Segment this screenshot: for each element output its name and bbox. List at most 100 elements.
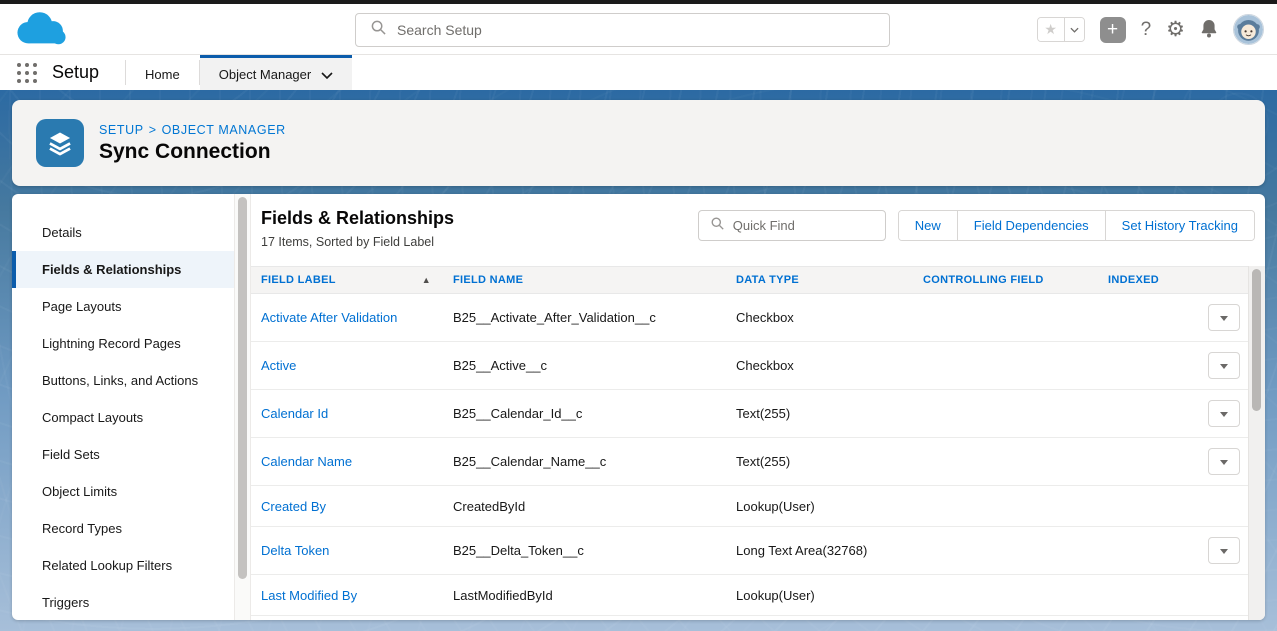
sidebar-item-related-lookup-filters[interactable]: Related Lookup Filters (12, 547, 234, 584)
table-row: Activate After ValidationB25__Activate_A… (251, 294, 1248, 342)
quick-find-box[interactable] (698, 210, 886, 241)
sidebar-item-triggers[interactable]: Triggers (12, 584, 234, 620)
table-row: Created ByCreatedByIdLookup(User) (251, 486, 1248, 527)
field-name-cell: B25__Activate_After_Validation__c (453, 310, 736, 325)
field-label-link[interactable]: Activate After Validation (261, 310, 453, 325)
sidebar-item-object-limits[interactable]: Object Limits (12, 473, 234, 510)
row-actions-menu-button[interactable] (1208, 400, 1240, 427)
breadcrumb-setup-link[interactable]: SETUP (99, 123, 144, 137)
sidebar-item-field-sets[interactable]: Field Sets (12, 436, 234, 473)
tab-home[interactable]: Home (126, 55, 199, 90)
field-label-link[interactable]: Last Modified By (261, 588, 453, 603)
new-button[interactable]: New (899, 211, 957, 240)
page-title: Sync Connection (99, 140, 286, 164)
table-body: Activate After ValidationB25__Activate_A… (251, 294, 1265, 616)
quick-find-input[interactable] (733, 218, 885, 233)
sidebar-item-lightning-record-pages[interactable]: Lightning Record Pages (12, 325, 234, 362)
tab-object-manager[interactable]: Object Manager (200, 55, 353, 90)
sidebar-item-fields-relationships[interactable]: Fields & Relationships (12, 251, 234, 288)
search-setup-input[interactable] (397, 22, 889, 38)
caret-down-icon (1220, 549, 1228, 558)
table-scrollbar[interactable] (1248, 266, 1265, 620)
sidebar-item-page-layouts[interactable]: Page Layouts (12, 288, 234, 325)
table-header-row: FIELD LABEL ▲ FIELD NAME DATA TYPE CONTR… (251, 266, 1248, 294)
data-type-cell: Text(255) (736, 406, 923, 421)
app-launcher-icon[interactable] (17, 63, 37, 83)
column-controlling-field[interactable]: CONTROLLING FIELD (923, 274, 1108, 286)
page-header-card: SETUP > OBJECT MANAGER Sync Connection (12, 100, 1265, 186)
row-actions-menu-button[interactable] (1208, 352, 1240, 379)
section-title: Fields & Relationships (261, 208, 686, 229)
field-name-cell: CreatedById (453, 499, 736, 514)
chevron-down-icon (321, 67, 333, 82)
sort-ascending-icon: ▲ (422, 275, 431, 285)
field-label-link[interactable]: Delta Token (261, 543, 453, 558)
sidebar-item-compact-layouts[interactable]: Compact Layouts (12, 399, 234, 436)
section-subtitle: 17 Items, Sorted by Field Label (261, 235, 686, 249)
field-label-link[interactable]: Active (261, 358, 453, 373)
search-icon (371, 20, 386, 40)
column-field-label[interactable]: FIELD LABEL ▲ (261, 274, 453, 286)
field-name-cell: B25__Calendar_Id__c (453, 406, 736, 421)
favorites-star-icon[interactable]: ★ (1038, 18, 1065, 41)
fields-content: Fields & Relationships 17 Items, Sorted … (251, 194, 1265, 620)
data-type-cell: Text(255) (736, 454, 923, 469)
table-row: Calendar IdB25__Calendar_Id__cText(255) (251, 390, 1248, 438)
row-actions-menu-button[interactable] (1208, 304, 1240, 331)
add-plus-icon[interactable]: + (1100, 17, 1126, 43)
field-name-cell: B25__Active__c (453, 358, 736, 373)
field-name-cell: B25__Delta_Token__c (453, 543, 736, 558)
caret-down-icon (1220, 364, 1228, 373)
field-name-cell: LastModifiedById (453, 588, 736, 603)
action-button-group: New Field Dependencies Set History Track… (898, 210, 1255, 241)
table-row: ActiveB25__Active__cCheckbox (251, 342, 1248, 390)
field-label-link[interactable]: Calendar Name (261, 454, 453, 469)
data-type-cell: Lookup(User) (736, 588, 923, 603)
field-label-link[interactable]: Calendar Id (261, 406, 453, 421)
object-detail-card: DetailsFields & RelationshipsPage Layout… (12, 194, 1265, 620)
setup-nav-bar: Setup Home Object Manager (0, 55, 1277, 90)
sidebar-item-buttons-links-and-actions[interactable]: Buttons, Links, and Actions (12, 362, 234, 399)
column-indexed[interactable]: INDEXED (1108, 274, 1202, 286)
tab-object-manager-label: Object Manager (219, 67, 312, 82)
row-actions-menu-button[interactable] (1208, 537, 1240, 564)
table-row: Calendar NameB25__Calendar_Name__cText(2… (251, 438, 1248, 486)
object-sidebar: DetailsFields & RelationshipsPage Layout… (12, 194, 234, 620)
sidebar-scrollbar[interactable] (234, 194, 251, 620)
data-type-cell: Long Text Area(32768) (736, 543, 923, 558)
breadcrumb: SETUP > OBJECT MANAGER (99, 123, 286, 137)
breadcrumb-separator: > (149, 123, 157, 137)
header-actions: ★ + ? ⚙ (1037, 14, 1264, 45)
field-dependencies-button[interactable]: Field Dependencies (957, 211, 1105, 240)
field-label-link[interactable]: Created By (261, 499, 453, 514)
favorites-dropdown-icon[interactable] (1065, 18, 1084, 41)
column-field-name[interactable]: FIELD NAME (453, 274, 736, 286)
data-type-cell: Lookup(User) (736, 499, 923, 514)
sidebar-item-record-types[interactable]: Record Types (12, 510, 234, 547)
breadcrumb-object-manager-link[interactable]: OBJECT MANAGER (162, 123, 286, 137)
table-scrollbar-thumb[interactable] (1252, 269, 1261, 411)
global-search[interactable] (355, 13, 890, 47)
caret-down-icon (1220, 460, 1228, 469)
row-actions-menu-button[interactable] (1208, 448, 1240, 475)
help-icon[interactable]: ? (1141, 19, 1152, 41)
setup-background: SETUP > OBJECT MANAGER Sync Connection Det… (0, 90, 1277, 631)
column-data-type[interactable]: DATA TYPE (736, 274, 923, 286)
table-row: Delta TokenB25__Delta_Token__cLong Text … (251, 527, 1248, 575)
user-avatar[interactable] (1233, 14, 1264, 45)
caret-down-icon (1220, 412, 1228, 421)
global-header: ★ + ? ⚙ (0, 4, 1277, 55)
search-icon (711, 217, 724, 235)
gear-icon[interactable]: ⚙ (1166, 19, 1185, 40)
bell-icon[interactable] (1200, 19, 1218, 41)
sidebar-scrollbar-thumb[interactable] (238, 197, 247, 579)
data-type-cell: Checkbox (736, 310, 923, 325)
table-row: Last Modified ByLastModifiedByIdLookup(U… (251, 575, 1248, 616)
sidebar-item-details[interactable]: Details (12, 214, 234, 251)
set-history-tracking-button[interactable]: Set History Tracking (1105, 211, 1254, 240)
field-name-cell: B25__Calendar_Name__c (453, 454, 736, 469)
salesforce-logo-icon[interactable] (13, 10, 70, 55)
caret-down-icon (1220, 316, 1228, 325)
content-header: Fields & Relationships 17 Items, Sorted … (251, 194, 1265, 266)
object-layers-icon (36, 119, 84, 167)
